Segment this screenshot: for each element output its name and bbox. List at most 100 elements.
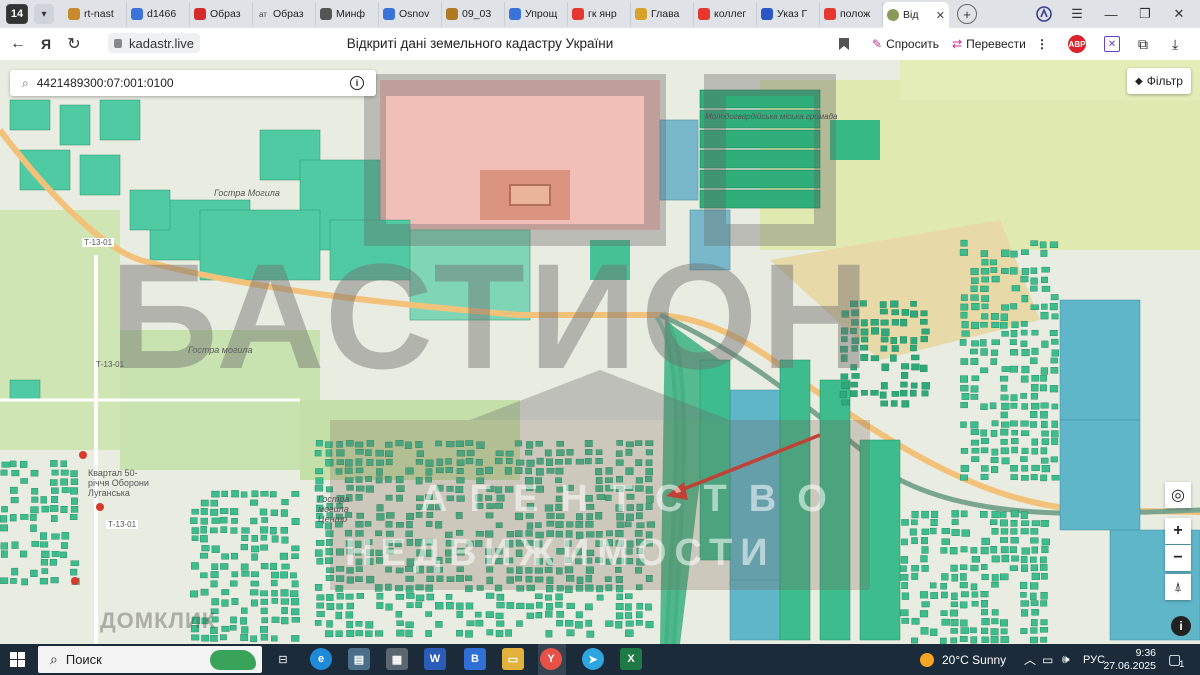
land-parcel[interactable] (950, 564, 958, 572)
land-parcel[interactable] (259, 590, 268, 597)
land-parcel[interactable] (200, 526, 207, 534)
land-parcel[interactable] (475, 619, 484, 627)
land-parcel[interactable] (289, 590, 299, 597)
land-parcel[interactable] (1029, 411, 1038, 418)
land-parcel[interactable] (315, 468, 324, 475)
land-parcel[interactable] (191, 562, 199, 570)
land-parcel[interactable] (635, 620, 643, 626)
land-parcel[interactable] (1021, 295, 1029, 303)
land-parcel[interactable] (949, 609, 958, 617)
land-parcel[interactable] (971, 303, 980, 311)
land-parcel[interactable] (1001, 304, 1010, 311)
land-parcel[interactable] (971, 456, 980, 462)
land-parcel[interactable] (1041, 465, 1051, 473)
land-parcel[interactable] (210, 635, 218, 642)
land-parcel[interactable] (911, 572, 919, 580)
land-parcel[interactable] (1029, 636, 1038, 644)
telegram-icon[interactable]: ➤ (582, 648, 604, 670)
land-parcel[interactable] (960, 564, 968, 571)
land-parcel[interactable] (40, 496, 47, 504)
land-parcel[interactable] (60, 551, 67, 559)
land-parcel[interactable] (30, 514, 37, 521)
land-parcel[interactable] (1020, 600, 1029, 607)
land-parcel[interactable] (990, 636, 999, 644)
land-parcel[interactable] (1000, 636, 1009, 644)
land-parcel[interactable] (291, 580, 299, 588)
land-parcel[interactable] (920, 335, 928, 343)
land-parcel[interactable] (280, 598, 290, 605)
land-parcel[interactable] (355, 630, 364, 637)
land-parcel[interactable] (970, 385, 979, 393)
tab-count-badge[interactable]: 14 (6, 4, 28, 24)
land-parcel[interactable] (1030, 277, 1038, 285)
land-parcel[interactable] (919, 610, 929, 618)
land-parcel[interactable] (485, 592, 495, 599)
tab-active-kadastr[interactable]: Від ✕ (883, 2, 949, 28)
land-parcel[interactable] (909, 528, 917, 536)
land-parcel[interactable] (259, 626, 268, 633)
land-parcel[interactable] (291, 608, 300, 616)
land-parcel[interactable] (190, 590, 199, 598)
land-parcel[interactable] (230, 580, 238, 587)
land-parcel[interactable] (190, 517, 198, 524)
land-parcel[interactable] (281, 617, 289, 625)
land-parcel[interactable] (970, 357, 979, 365)
land-parcel[interactable] (1030, 627, 1038, 634)
land-parcel[interactable] (980, 563, 988, 570)
land-parcel[interactable] (919, 591, 929, 599)
land-parcel[interactable] (960, 375, 968, 383)
land-parcel[interactable] (240, 563, 249, 571)
land-parcel[interactable] (596, 594, 604, 601)
land-parcel[interactable] (990, 628, 999, 636)
land-parcel[interactable] (911, 519, 918, 526)
land-parcel[interactable] (920, 537, 928, 545)
back-arrow-icon[interactable]: ← (4, 30, 32, 58)
land-parcel[interactable] (425, 630, 432, 637)
land-parcel[interactable] (970, 564, 979, 572)
taskbar-search[interactable]: ⌕ Поиск (38, 646, 262, 673)
land-parcel[interactable] (1049, 385, 1059, 393)
land-parcel[interactable] (281, 536, 289, 544)
land-parcel[interactable] (1020, 375, 1029, 383)
minimize-window-icon[interactable]: — (1094, 0, 1128, 28)
land-parcel[interactable] (980, 321, 988, 328)
land-parcel[interactable] (259, 508, 268, 516)
land-parcel[interactable] (1000, 411, 1008, 419)
land-parcel[interactable] (911, 354, 920, 361)
land-parcel[interactable] (395, 593, 405, 600)
land-parcel[interactable] (930, 628, 938, 636)
land-parcel[interactable] (30, 569, 38, 577)
land-parcel[interactable] (250, 517, 258, 525)
land-parcel[interactable] (70, 478, 79, 485)
land-parcel[interactable] (376, 602, 384, 609)
land-parcel[interactable] (335, 611, 343, 620)
land-parcel[interactable] (211, 563, 219, 570)
land-parcel[interactable] (879, 391, 887, 399)
land-parcel[interactable] (345, 593, 354, 600)
land-parcel[interactable] (980, 511, 988, 518)
land-parcel[interactable] (1020, 275, 1029, 283)
land-parcel[interactable] (69, 513, 78, 520)
land-parcel[interactable] (10, 460, 17, 468)
land-parcel[interactable] (999, 375, 1009, 382)
land-parcel[interactable] (250, 499, 258, 506)
land-parcel[interactable] (314, 450, 322, 457)
land-parcel[interactable] (960, 627, 969, 634)
land-parcel[interactable] (1021, 465, 1029, 472)
land-parcel[interactable] (970, 439, 979, 446)
land-parcel[interactable] (314, 549, 323, 557)
browser-tab[interactable]: коллег (694, 2, 757, 26)
land-parcel[interactable] (1000, 619, 1008, 627)
land-parcel[interactable] (1050, 357, 1058, 364)
land-parcel[interactable] (230, 625, 237, 631)
land-parcel[interactable] (49, 479, 58, 486)
land-parcel[interactable] (1051, 438, 1059, 445)
land-parcel[interactable] (1001, 268, 1009, 274)
land-parcel[interactable] (980, 600, 988, 608)
geolocate-icon[interactable]: ◎ (1165, 482, 1191, 508)
land-parcel[interactable] (1030, 421, 1037, 428)
land-parcel[interactable] (271, 571, 280, 579)
land-parcel[interactable] (1000, 439, 1008, 445)
land-parcel[interactable] (891, 319, 899, 326)
land-parcel[interactable] (566, 602, 575, 609)
